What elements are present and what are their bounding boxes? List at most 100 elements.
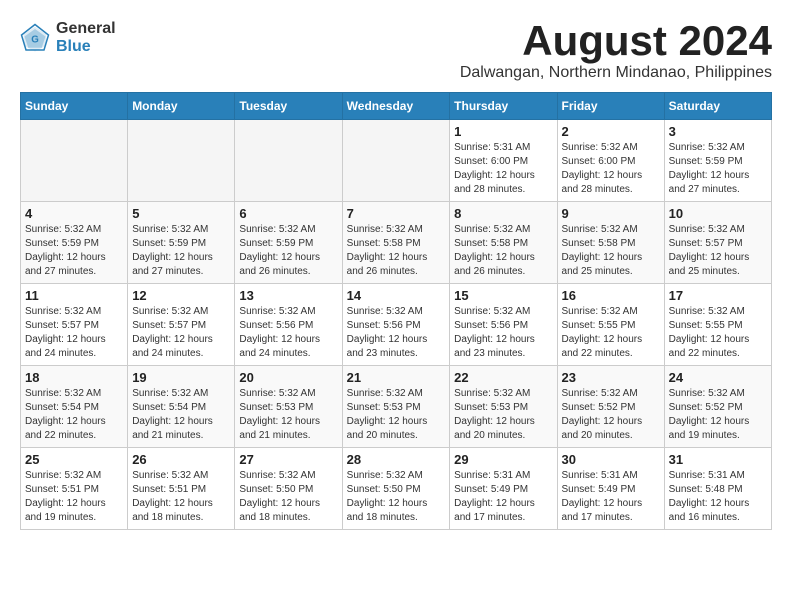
calendar-cell: 8 Sunrise: 5:32 AM Sunset: 5:58 PM Daylig… bbox=[450, 202, 557, 284]
day-info: Sunrise: 5:32 AM Sunset: 5:56 PM Dayligh… bbox=[454, 305, 552, 361]
calendar-cell: 20 Sunrise: 5:32 AM Sunset: 5:53 PM Dayli… bbox=[235, 366, 342, 448]
day-number: 7 bbox=[347, 206, 446, 221]
title-block: August 2024 Dalwangan, Northern Mindanao… bbox=[460, 20, 772, 82]
weekday-header-row: SundayMondayTuesdayWednesdayThursdayFrid… bbox=[21, 93, 772, 120]
day-number: 11 bbox=[25, 288, 123, 303]
day-info: Sunrise: 5:31 AM Sunset: 5:48 PM Dayligh… bbox=[669, 469, 767, 525]
day-number: 20 bbox=[239, 370, 337, 385]
day-info: Sunrise: 5:32 AM Sunset: 5:58 PM Dayligh… bbox=[454, 223, 552, 279]
day-number: 2 bbox=[562, 124, 660, 139]
day-number: 17 bbox=[669, 288, 767, 303]
calendar-cell bbox=[235, 120, 342, 202]
calendar-cell: 5Sunrise: 5:32 AM Sunset: 5:59 PM Daylig… bbox=[128, 202, 235, 284]
calendar-cell: 31 Sunrise: 5:31 AM Sunset: 5:48 PM Dayli… bbox=[664, 448, 771, 530]
weekday-header-wednesday: Wednesday bbox=[342, 93, 450, 120]
calendar-cell: 22Sunrise: 5:32 AM Sunset: 5:53 PM Dayli… bbox=[450, 366, 557, 448]
weekday-header-monday: Monday bbox=[128, 93, 235, 120]
day-number: 16 bbox=[562, 288, 660, 303]
page-header: G General Blue August 2024 Dalwangan, No… bbox=[20, 20, 772, 82]
calendar-cell: 3 Sunrise: 5:32 AM Sunset: 5:59 PM Daylig… bbox=[664, 120, 771, 202]
day-number: 24 bbox=[669, 370, 767, 385]
calendar-cell: 14 Sunrise: 5:32 AM Sunset: 5:56 PM Dayli… bbox=[342, 284, 450, 366]
day-info: Sunrise: 5:32 AM Sunset: 5:58 PM Dayligh… bbox=[562, 223, 660, 279]
calendar-cell: 18 Sunrise: 5:32 AM Sunset: 5:54 PM Dayli… bbox=[21, 366, 128, 448]
calendar-cell: 25Sunrise: 5:32 AM Sunset: 5:51 PM Dayli… bbox=[21, 448, 128, 530]
day-number: 19 bbox=[132, 370, 230, 385]
day-info: Sunrise: 5:32 AM Sunset: 5:59 PM Dayligh… bbox=[669, 141, 767, 197]
logo: G General Blue bbox=[20, 20, 116, 55]
calendar-cell: 17 Sunrise: 5:32 AM Sunset: 5:55 PM Dayli… bbox=[664, 284, 771, 366]
logo-icon: G bbox=[20, 23, 50, 53]
location-title: Dalwangan, Northern Mindanao, Philippine… bbox=[460, 64, 772, 82]
day-number: 28 bbox=[347, 452, 446, 467]
calendar-cell bbox=[342, 120, 450, 202]
day-info: Sunrise: 5:32 AM Sunset: 5:55 PM Dayligh… bbox=[669, 305, 767, 361]
calendar-cell: 28 Sunrise: 5:32 AM Sunset: 5:50 PM Dayli… bbox=[342, 448, 450, 530]
day-info: Sunrise: 5:32 AM Sunset: 5:50 PM Dayligh… bbox=[347, 469, 446, 525]
day-number: 25 bbox=[25, 452, 123, 467]
day-number: 1 bbox=[454, 124, 552, 139]
day-number: 18 bbox=[25, 370, 123, 385]
calendar-cell: 15 Sunrise: 5:32 AM Sunset: 5:56 PM Dayli… bbox=[450, 284, 557, 366]
calendar-week-row: 1 Sunrise: 5:31 AM Sunset: 6:00 PM Daylig… bbox=[21, 120, 772, 202]
calendar-cell: 2Sunrise: 5:32 AM Sunset: 6:00 PM Daylig… bbox=[557, 120, 664, 202]
calendar-cell: 10 Sunrise: 5:32 AM Sunset: 5:57 PM Dayli… bbox=[664, 202, 771, 284]
svg-text:G: G bbox=[31, 34, 39, 45]
calendar-cell: 27 Sunrise: 5:32 AM Sunset: 5:50 PM Dayli… bbox=[235, 448, 342, 530]
logo-text: General Blue bbox=[56, 20, 116, 55]
day-info: Sunrise: 5:32 AM Sunset: 5:55 PM Dayligh… bbox=[562, 305, 660, 361]
day-number: 10 bbox=[669, 206, 767, 221]
calendar-cell: 19Sunrise: 5:32 AM Sunset: 5:54 PM Dayli… bbox=[128, 366, 235, 448]
day-number: 12 bbox=[132, 288, 230, 303]
weekday-header-sunday: Sunday bbox=[21, 93, 128, 120]
day-info: Sunrise: 5:32 AM Sunset: 5:59 PM Dayligh… bbox=[239, 223, 337, 279]
day-number: 6 bbox=[239, 206, 337, 221]
calendar-cell: 4 Sunrise: 5:32 AM Sunset: 5:59 PM Daylig… bbox=[21, 202, 128, 284]
calendar-cell: 7Sunrise: 5:32 AM Sunset: 5:58 PM Daylig… bbox=[342, 202, 450, 284]
calendar-cell: 26Sunrise: 5:32 AM Sunset: 5:51 PM Dayli… bbox=[128, 448, 235, 530]
day-info: Sunrise: 5:31 AM Sunset: 5:49 PM Dayligh… bbox=[562, 469, 660, 525]
day-number: 31 bbox=[669, 452, 767, 467]
calendar-week-row: 4 Sunrise: 5:32 AM Sunset: 5:59 PM Daylig… bbox=[21, 202, 772, 284]
day-info: Sunrise: 5:32 AM Sunset: 5:54 PM Dayligh… bbox=[25, 387, 123, 443]
calendar-cell: 12 Sunrise: 5:32 AM Sunset: 5:57 PM Dayli… bbox=[128, 284, 235, 366]
day-number: 14 bbox=[347, 288, 446, 303]
weekday-header-friday: Friday bbox=[557, 93, 664, 120]
day-number: 3 bbox=[669, 124, 767, 139]
calendar-cell: 9 Sunrise: 5:32 AM Sunset: 5:58 PM Daylig… bbox=[557, 202, 664, 284]
calendar-cell bbox=[128, 120, 235, 202]
calendar-cell: 30 Sunrise: 5:31 AM Sunset: 5:49 PM Dayli… bbox=[557, 448, 664, 530]
calendar-cell: 11Sunrise: 5:32 AM Sunset: 5:57 PM Dayli… bbox=[21, 284, 128, 366]
day-info: Sunrise: 5:32 AM Sunset: 5:56 PM Dayligh… bbox=[347, 305, 446, 361]
day-number: 13 bbox=[239, 288, 337, 303]
calendar-cell: 13 Sunrise: 5:32 AM Sunset: 5:56 PM Dayli… bbox=[235, 284, 342, 366]
calendar-week-row: 18 Sunrise: 5:32 AM Sunset: 5:54 PM Dayli… bbox=[21, 366, 772, 448]
day-info: Sunrise: 5:32 AM Sunset: 5:52 PM Dayligh… bbox=[562, 387, 660, 443]
day-info: Sunrise: 5:32 AM Sunset: 5:50 PM Dayligh… bbox=[239, 469, 337, 525]
day-info: Sunrise: 5:32 AM Sunset: 5:53 PM Dayligh… bbox=[454, 387, 552, 443]
day-info: Sunrise: 5:32 AM Sunset: 5:53 PM Dayligh… bbox=[239, 387, 337, 443]
day-info: Sunrise: 5:32 AM Sunset: 5:59 PM Dayligh… bbox=[25, 223, 123, 279]
calendar-cell: 23Sunrise: 5:32 AM Sunset: 5:52 PM Dayli… bbox=[557, 366, 664, 448]
calendar-cell: 21Sunrise: 5:32 AM Sunset: 5:53 PM Dayli… bbox=[342, 366, 450, 448]
day-info: Sunrise: 5:31 AM Sunset: 6:00 PM Dayligh… bbox=[454, 141, 552, 197]
month-title: August 2024 bbox=[460, 20, 772, 62]
day-info: Sunrise: 5:32 AM Sunset: 5:57 PM Dayligh… bbox=[132, 305, 230, 361]
day-number: 27 bbox=[239, 452, 337, 467]
day-number: 8 bbox=[454, 206, 552, 221]
calendar-cell: 16 Sunrise: 5:32 AM Sunset: 5:55 PM Dayli… bbox=[557, 284, 664, 366]
day-number: 30 bbox=[562, 452, 660, 467]
day-number: 29 bbox=[454, 452, 552, 467]
calendar-week-row: 11 Sunrise: 5:32 AM Sunset: 5:57 PM Dayli… bbox=[21, 284, 772, 366]
day-number: 4 bbox=[25, 206, 123, 221]
day-info: Sunrise: 5:32 AM Sunset: 5:51 PM Dayligh… bbox=[132, 469, 230, 525]
calendar-week-row: 25 Sunrise: 5:32 AM Sunset: 5:51 PM Dayli… bbox=[21, 448, 772, 530]
day-info: Sunrise: 5:32 AM Sunset: 5:57 PM Dayligh… bbox=[669, 223, 767, 279]
day-info: Sunrise: 5:32 AM Sunset: 5:56 PM Dayligh… bbox=[239, 305, 337, 361]
day-number: 5 bbox=[132, 206, 230, 221]
logo-blue: Blue bbox=[56, 38, 116, 56]
day-number: 21 bbox=[347, 370, 446, 385]
calendar-cell: 1 Sunrise: 5:31 AM Sunset: 6:00 PM Daylig… bbox=[450, 120, 557, 202]
day-number: 15 bbox=[454, 288, 552, 303]
day-number: 9 bbox=[562, 206, 660, 221]
